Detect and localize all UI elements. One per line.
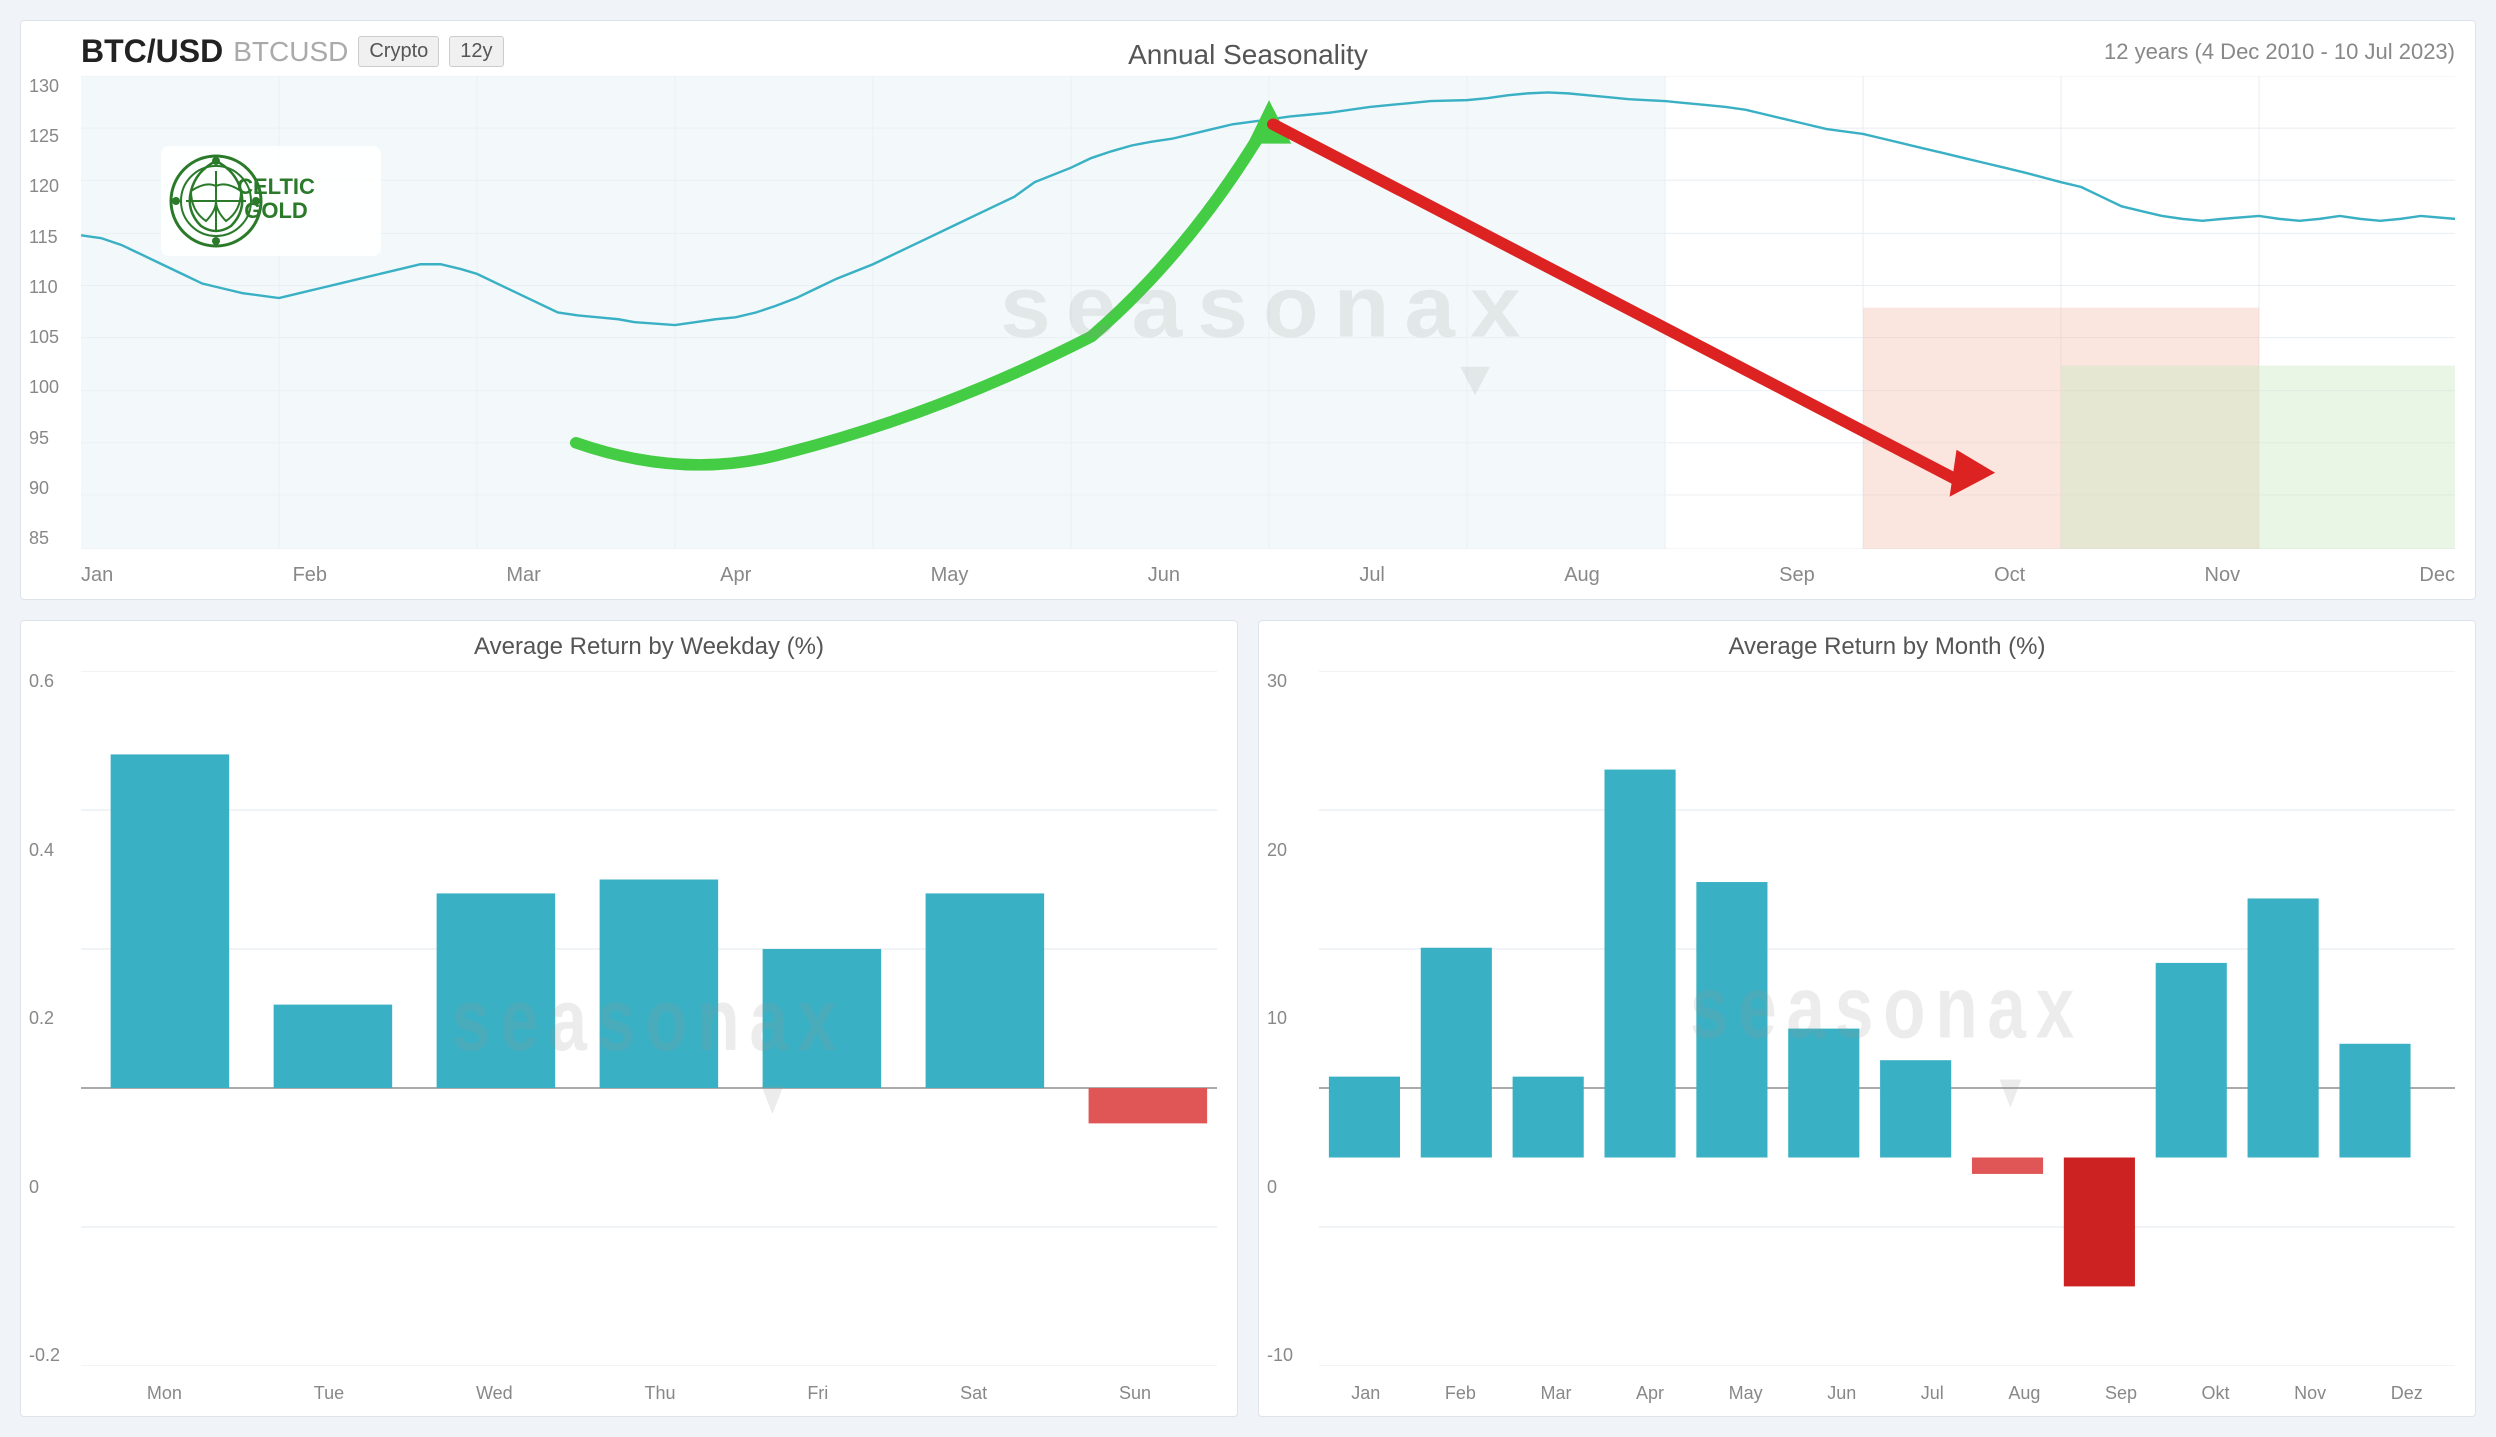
main-chart-area: seasonax ▼	[81, 76, 2455, 549]
monthly-bar-area: seasonax ▼	[1319, 671, 2455, 1366]
svg-text:▼: ▼	[754, 1071, 791, 1124]
svg-text:GOLD: GOLD	[244, 198, 308, 223]
svg-text:CELTIC: CELTIC	[237, 174, 315, 199]
weekday-y-axis: 0.6 0.4 0.2 0 -0.2	[29, 671, 60, 1366]
svg-text:seasonax: seasonax	[1690, 957, 2084, 1056]
weekday-bar-svg: seasonax ▼	[81, 671, 1217, 1366]
weekday-chart-title: Average Return by Weekday (%)	[81, 633, 1217, 661]
celtic-gold-logo: CELTIC GOLD	[161, 146, 381, 256]
chart-title-left: BTC/USD BTCUSD Crypto 12y	[81, 33, 504, 70]
bottom-charts: Average Return by Weekday (%) 0.6 0.4 0.…	[20, 620, 2476, 1417]
svg-text:seasonax: seasonax	[452, 970, 846, 1069]
top-chart: BTC/USD BTCUSD Crypto 12y Annual Seasona…	[20, 20, 2476, 600]
svg-text:▼: ▼	[1450, 352, 1500, 406]
svg-text:seasonax: seasonax	[1000, 258, 1536, 355]
weekday-x-axis: Mon Tue Wed Thu Fri Sat Sun	[81, 1383, 1217, 1404]
crypto-tag: Crypto	[358, 36, 439, 67]
main-chart-svg: seasonax ▼	[81, 76, 2455, 549]
monthly-chart: Average Return by Month (%) 30 20 10 0 -…	[1258, 620, 2476, 1417]
weekday-bar-area: seasonax ▼	[81, 671, 1217, 1366]
monthly-bar-svg: seasonax ▼	[1319, 671, 2455, 1366]
annual-seasonality-title: Annual Seasonality	[1128, 39, 1368, 71]
monthly-x-axis: Jan Feb Mar Apr May Jun Jul Aug Sep Okt …	[1319, 1383, 2455, 1404]
weekday-chart: Average Return by Weekday (%) 0.6 0.4 0.…	[20, 620, 1238, 1417]
period-tag: 12y	[449, 36, 503, 67]
chart-header: BTC/USD BTCUSD Crypto 12y Annual Seasona…	[81, 33, 2455, 70]
main-container: BTC/USD BTCUSD Crypto 12y Annual Seasona…	[0, 0, 2496, 1437]
svg-text:▼: ▼	[1992, 1065, 2029, 1118]
monthly-chart-title: Average Return by Month (%)	[1319, 633, 2455, 661]
ticker-label: BTC/USD	[81, 33, 223, 70]
y-axis: 130 125 120 115 110 105 100 95 90 85	[29, 76, 59, 549]
ticker-code-label: BTCUSD	[233, 36, 348, 68]
logo-svg: CELTIC GOLD	[161, 146, 381, 256]
date-range-label: 12 years (4 Dec 2010 - 10 Jul 2023)	[2104, 39, 2455, 65]
x-axis: Jan Feb Mar Apr May Jun Jul Aug Sep Oct …	[81, 564, 2455, 587]
monthly-y-axis: 30 20 10 0 -10	[1267, 671, 1293, 1366]
